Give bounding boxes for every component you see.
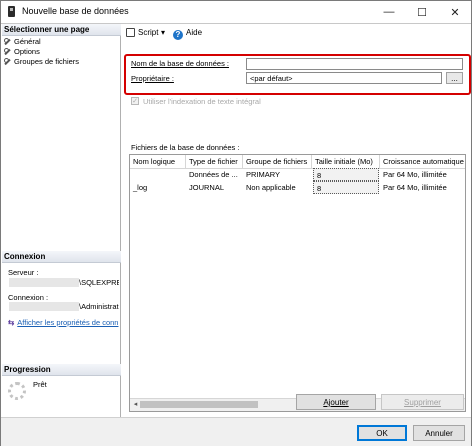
help-icon: ? bbox=[173, 30, 183, 40]
col-filegroup[interactable]: Groupe de fichiers bbox=[243, 155, 312, 168]
progress-header: Progression bbox=[2, 364, 121, 376]
col-initial-size[interactable]: Taille initiale (Mo) bbox=[312, 155, 380, 168]
sidebar-item-general[interactable]: Général bbox=[4, 37, 41, 46]
sidebar-item-label: Options bbox=[14, 47, 40, 56]
scroll-left-icon[interactable]: ◂ bbox=[131, 400, 140, 410]
db-files-grid[interactable]: Nom logique Type de fichier Groupe de fi… bbox=[129, 154, 466, 412]
db-files-label: Fichiers de la base de données : bbox=[131, 143, 240, 152]
col-autogrowth[interactable]: Croissance automatique bbox=[380, 155, 465, 168]
server-label: Serveur : bbox=[8, 268, 39, 277]
toolbar: Script ▾ ? Aide bbox=[121, 24, 471, 42]
cancel-button[interactable]: Annuler bbox=[413, 425, 465, 441]
cell-file-type: Données de ... bbox=[189, 170, 238, 179]
connection-properties-icon: ⇆ bbox=[8, 318, 15, 327]
fulltext-label: Utiliser l'indexation de texte intégral bbox=[143, 97, 261, 106]
owner-label: Propriétaire : bbox=[131, 74, 174, 83]
script-button[interactable]: Script bbox=[126, 28, 158, 37]
cell-file-type: JOURNAL bbox=[189, 183, 225, 192]
cell-logical-name[interactable] bbox=[130, 168, 186, 181]
db-name-label: Nom de la base de données : bbox=[131, 59, 229, 68]
connection-label: Connexion : bbox=[8, 293, 49, 302]
script-icon bbox=[126, 28, 135, 37]
wrench-icon bbox=[4, 58, 11, 65]
cell-autogrowth[interactable]: Par 64 Mo, illimitée bbox=[380, 168, 465, 181]
table-row[interactable]: _log JOURNAL Non applicable 8 Par 64 Mo,… bbox=[130, 181, 465, 194]
owner-browse-button[interactable]: ... bbox=[446, 72, 463, 84]
add-file-button[interactable]: Ajouter bbox=[296, 394, 376, 410]
sidebar-item-filegroups[interactable]: Groupes de fichiers bbox=[4, 57, 79, 66]
progress-status: Prêt bbox=[33, 380, 47, 389]
close-button[interactable]: ✕ bbox=[439, 1, 471, 23]
col-file-type[interactable]: Type de fichier bbox=[186, 155, 243, 168]
wrench-icon bbox=[4, 48, 11, 55]
database-app-icon bbox=[8, 6, 15, 17]
grid-header: Nom logique Type de fichier Groupe de fi… bbox=[130, 155, 465, 169]
connection-value: \Administrat bbox=[79, 302, 119, 311]
dialog-button-bar: OK Annuler bbox=[1, 417, 471, 446]
sidebar-item-label: Groupes de fichiers bbox=[14, 57, 80, 66]
main-panel: Script ▾ ? Aide Nom de la base de données… bbox=[121, 24, 471, 417]
connection-user-redacted bbox=[9, 302, 79, 311]
remove-file-button[interactable]: Supprimer bbox=[381, 394, 464, 410]
cell-initial-size[interactable]: 8 bbox=[313, 168, 379, 181]
cell-autogrowth[interactable]: Par 64 Mo, illimitée bbox=[380, 181, 465, 194]
wrench-icon bbox=[4, 38, 11, 45]
cell-filegroup[interactable]: PRIMARY bbox=[243, 168, 312, 181]
script-dropdown-button[interactable]: ▾ bbox=[161, 28, 165, 37]
sidebar: Sélectionner une page Général Options Gr… bbox=[1, 24, 121, 417]
help-button[interactable]: ? Aide bbox=[173, 28, 202, 40]
progress-spinner-icon bbox=[8, 382, 26, 400]
connection-header: Connexion bbox=[2, 251, 121, 263]
db-name-input[interactable] bbox=[246, 58, 463, 70]
server-value: \SQLEXPRE bbox=[79, 278, 119, 287]
cell-initial-size[interactable]: 8 bbox=[313, 181, 379, 194]
sidebar-item-label: Général bbox=[14, 37, 41, 46]
fulltext-checkbox[interactable]: ✓ bbox=[131, 97, 139, 105]
cell-logical-name[interactable]: _log bbox=[130, 181, 186, 194]
new-database-dialog: Nouvelle base de données — ☐ ✕ Sélection… bbox=[0, 0, 472, 446]
cell-filegroup: Non applicable bbox=[246, 183, 296, 192]
table-row[interactable]: Données de ... PRIMARY 8 Par 64 Mo, illi… bbox=[130, 168, 465, 181]
select-page-header: Sélectionner une page bbox=[2, 24, 121, 36]
view-connection-properties-link[interactable]: ⇆ Afficher les propriétés de conn bbox=[8, 318, 119, 327]
owner-input[interactable]: <par défaut> bbox=[246, 72, 442, 84]
minimize-button[interactable]: — bbox=[373, 1, 405, 23]
sidebar-item-options[interactable]: Options bbox=[4, 47, 40, 56]
col-logical-name[interactable]: Nom logique bbox=[130, 155, 186, 168]
maximize-button[interactable]: ☐ bbox=[406, 1, 438, 23]
title-bar: Nouvelle base de données — ☐ ✕ bbox=[1, 1, 471, 23]
ok-button[interactable]: OK bbox=[357, 425, 407, 441]
window-title: Nouvelle base de données bbox=[22, 6, 129, 16]
scroll-thumb[interactable] bbox=[140, 401, 258, 408]
server-name-redacted bbox=[9, 278, 79, 287]
